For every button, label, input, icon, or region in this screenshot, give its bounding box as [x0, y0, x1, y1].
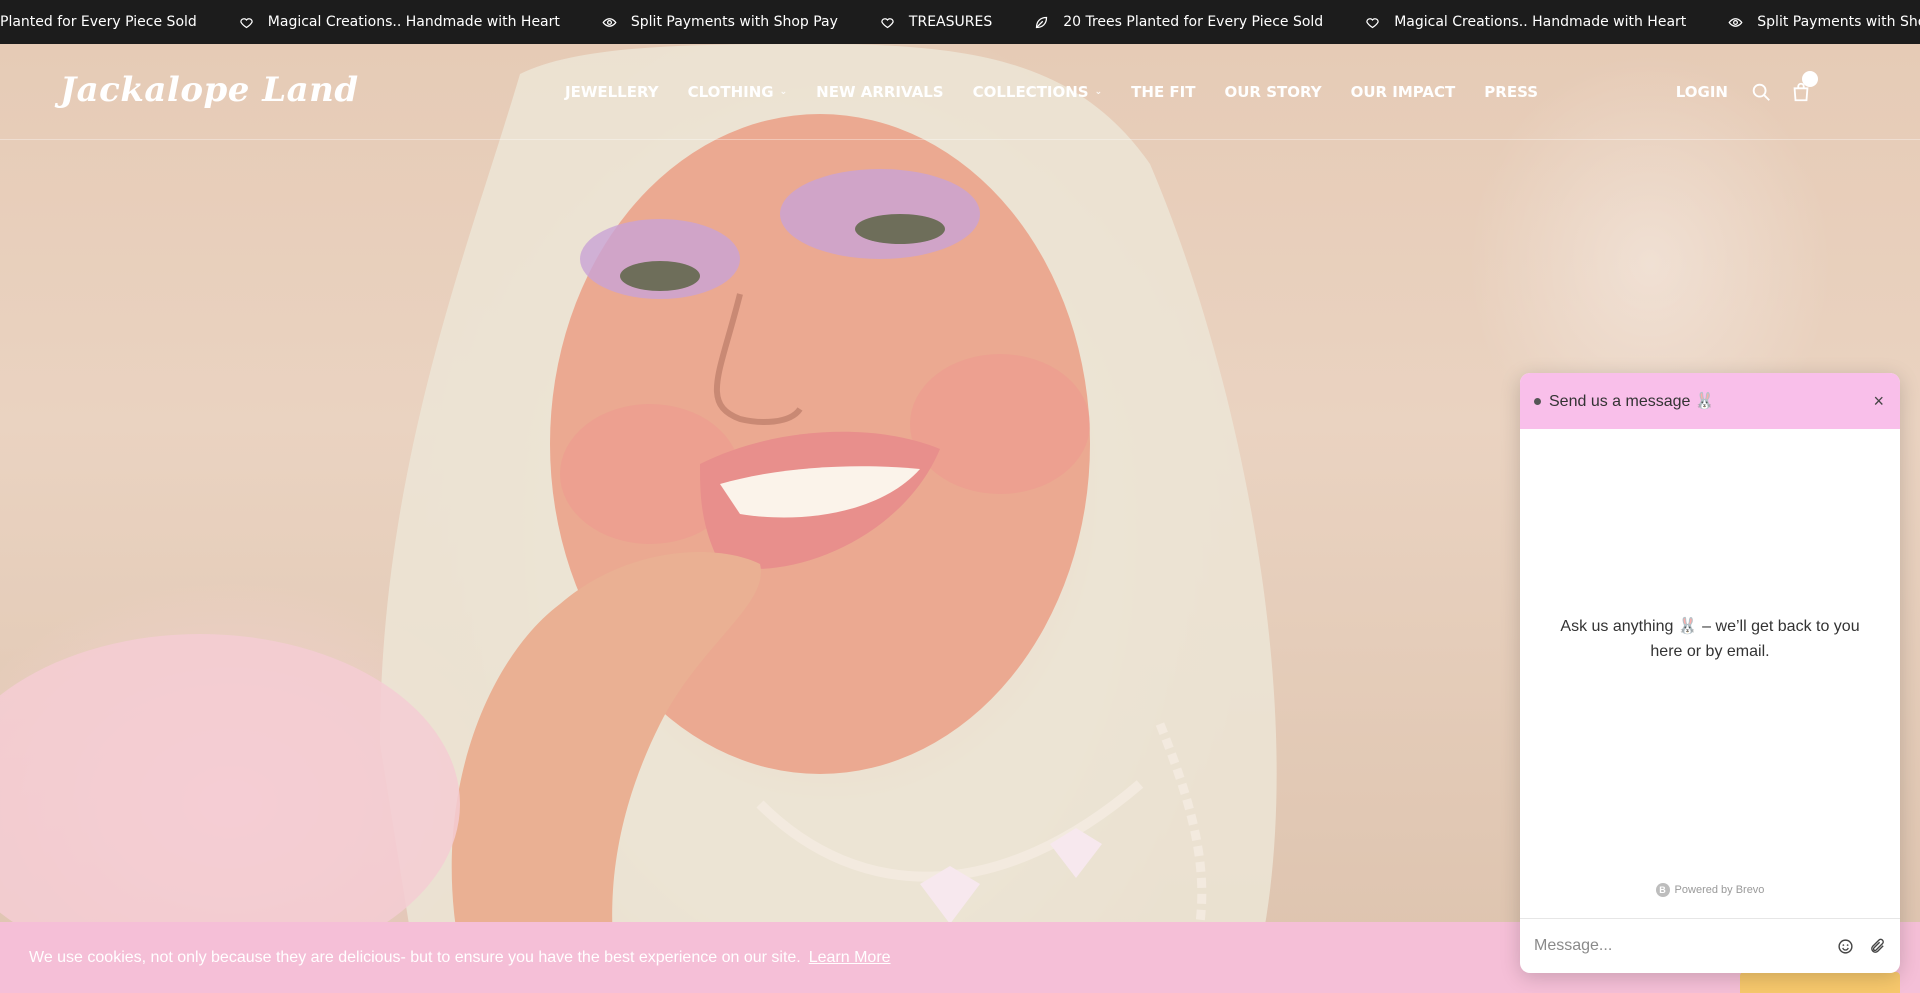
chat-message-input[interactable]: Message... [1520, 918, 1900, 973]
announcement-item: Magical Creations.. Handmade with Heart [1323, 14, 1686, 30]
nav-label: OUR IMPACT [1350, 83, 1456, 101]
eye-icon [602, 17, 617, 27]
search-button[interactable] [1750, 81, 1772, 103]
announcement-text: Magical Creations.. Handmade with Heart [267, 14, 560, 30]
announcement-track: Planted for Every Piece Sold Magical Cre… [0, 0, 1920, 44]
heart-icon [881, 17, 894, 28]
cart-button[interactable] [1790, 71, 1818, 103]
nav-item-our-story[interactable]: OUR STORY [1225, 83, 1322, 101]
announcement-bar: Planted for Every Piece Sold Magical Cre… [0, 0, 1920, 44]
leaf-icon [1036, 16, 1048, 28]
nav-item-the-fit[interactable]: THE FIT [1131, 83, 1195, 101]
announcement-item: 20 Trees Planted for Every Piece Sold [992, 14, 1323, 30]
nav-item-new-arrivals[interactable]: NEW ARRIVALS [816, 83, 943, 101]
cookie-accept-button[interactable] [1740, 972, 1900, 993]
search-icon [1752, 83, 1770, 101]
announcement-item: Magical Creations.. Handmade with Heart [197, 14, 560, 30]
attach-button[interactable] [1868, 937, 1886, 955]
status-dot-icon [1534, 397, 1541, 405]
nav-label: OUR STORY [1224, 83, 1322, 101]
announcement-item: TREASURES [838, 14, 992, 30]
announcement-text: TREASURES [908, 14, 993, 30]
nav-item-jewellery[interactable]: JEWELLERY [565, 83, 659, 101]
announcement-item: Split Payments with Shop Pay [1686, 14, 1920, 30]
message-placeholder: Message... [1534, 937, 1613, 954]
cookie-learn-more-link[interactable]: Learn More [809, 949, 891, 967]
announcement-text: Magical Creations.. Handmade with Heart [1394, 14, 1687, 30]
site-logo[interactable]: Jackalope Land [60, 70, 359, 110]
chevron-down-icon: ⌄ [779, 87, 788, 97]
chat-header: Send us a message 🐰 × [1520, 373, 1900, 429]
announcement-text: Planted for Every Piece Sold [0, 14, 197, 30]
site-header: Jackalope Land JEWELLERY CLOTHING ⌄ NEW A… [0, 44, 1920, 140]
announcement-text: Split Payments with Shop Pay [630, 14, 838, 30]
nav-item-clothing[interactable]: CLOTHING ⌄ [688, 83, 788, 101]
nav-label: PRESS [1484, 83, 1539, 101]
announcement-text: 20 Trees Planted for Every Piece Sold [1063, 14, 1324, 30]
cookie-message: We use cookies, not only because they ar… [29, 948, 801, 966]
chevron-down-icon: ⌄ [1094, 87, 1103, 97]
nav-label: JEWELLERY [565, 83, 659, 101]
main-nav: JEWELLERY CLOTHING ⌄ NEW ARRIVALS COLLECT… [565, 44, 1567, 140]
powered-by-label: Powered by Brevo [1674, 884, 1765, 896]
powered-by[interactable]: B Powered by Brevo [1520, 883, 1900, 897]
heart-icon [1366, 17, 1379, 28]
heart-icon [240, 17, 253, 28]
eye-icon [1728, 17, 1743, 27]
nav-label: THE FIT [1131, 83, 1196, 101]
nav-item-press[interactable]: PRESS [1484, 83, 1538, 101]
chat-intro-text: Ask us anything 🐰 – we’ll get back to yo… [1560, 618, 1860, 660]
chat-title: Send us a message 🐰 [1549, 393, 1715, 410]
chat-body: Ask us anything 🐰 – we’ll get back to yo… [1520, 429, 1900, 849]
nav-item-our-impact[interactable]: OUR IMPACT [1351, 83, 1456, 101]
nav-item-collections[interactable]: COLLECTIONS ⌄ [973, 83, 1103, 101]
announcement-text: Split Payments with Shop Pay [1757, 14, 1920, 30]
nav-label: CLOTHING [687, 83, 774, 101]
chat-widget: Send us a message 🐰 × Ask us anything 🐰 … [1520, 373, 1900, 973]
nav-label: NEW ARRIVALS [816, 83, 944, 101]
brevo-logo-icon: B [1655, 883, 1670, 897]
cart-count-badge [1802, 71, 1818, 87]
announcement-item: Planted for Every Piece Sold [0, 14, 197, 30]
nav-label: COLLECTIONS [972, 83, 1089, 101]
emoji-button[interactable] [1836, 937, 1854, 955]
paperclip-icon [1870, 938, 1884, 953]
announcement-item: Split Payments with Shop Pay [560, 14, 838, 30]
close-icon[interactable]: × [1873, 391, 1884, 411]
emoji-icon [1837, 938, 1853, 954]
header-actions: LOGIN [1676, 44, 1830, 140]
login-link[interactable]: LOGIN [1676, 83, 1728, 101]
